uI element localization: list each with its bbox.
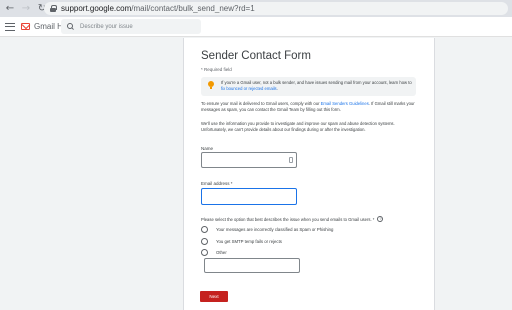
form-page: Sender Contact Form * Required field If … [183,38,435,310]
info-callout: If you're a Gmail user, not a bulk sende… [201,77,416,96]
name-field[interactable] [201,152,297,168]
email-label: Email address * [201,181,233,186]
required-note: * Required field [201,67,232,72]
gmail-logo-icon[interactable] [21,23,30,30]
menu-icon[interactable] [5,22,15,31]
radio-button[interactable] [201,226,208,233]
info-text-end: . [276,86,278,91]
search-icon [67,23,74,30]
privacy-paragraph: We'll use the information you provide to… [201,121,395,132]
url-text: support.google.com/mail/contact/bulk_sen… [61,4,255,13]
browser-toolbar: ← → ↻ support.google.com/mail/contact/bu… [0,0,512,17]
info-text-part: If you're a Gmail user, not a bulk sende… [221,80,412,85]
address-bar[interactable]: support.google.com/mail/contact/bulk_sen… [44,2,508,15]
info-text: If you're a Gmail user, not a bulk sende… [221,80,413,92]
option-label: You get SMTP temp fails or rejects [216,239,282,244]
forward-icon[interactable]: → [20,3,32,15]
back-icon[interactable]: ← [4,3,16,15]
other-text-field[interactable] [204,258,300,273]
url-host: support.google.com [61,4,132,13]
lock-icon [50,5,57,12]
autofill-icon[interactable] [289,157,293,163]
page-title: Sender Contact Form [201,50,311,62]
option-label: Other [216,250,227,255]
radio-button[interactable] [201,238,208,245]
name-label: Name [201,146,214,151]
fix-bounced-link[interactable]: fix bounced or rejected emails [221,86,277,91]
next-button[interactable]: Next [200,291,228,302]
question-text: Please select the option that best descr… [201,216,375,222]
email-field[interactable] [201,188,297,205]
lightbulb-icon [208,81,214,90]
intro-paragraph: To ensure your mail is delivered to Gmai… [201,101,419,113]
radio-button[interactable] [201,249,208,256]
option-label: Your messages are incorrectly classified… [216,227,334,232]
option-smtp[interactable]: You get SMTP temp fails or rejects [201,238,282,245]
help-icon[interactable]: ? [377,216,384,222]
intro-text-part: To ensure your mail is delivered to Gmai… [201,101,321,106]
sender-guidelines-link[interactable]: Email Senders Guidelines [321,101,369,106]
option-spam[interactable]: Your messages are incorrectly classified… [201,226,333,233]
issue-question: Please select the option that best descr… [201,216,384,222]
search-input[interactable]: Describe your issue [61,19,201,34]
url-path: /mail/contact/bulk_send_new?rd=1 [131,4,255,13]
help-header: Gmail Help Describe your issue [0,17,512,37]
search-placeholder: Describe your issue [80,23,133,30]
option-other[interactable]: Other [201,249,227,256]
